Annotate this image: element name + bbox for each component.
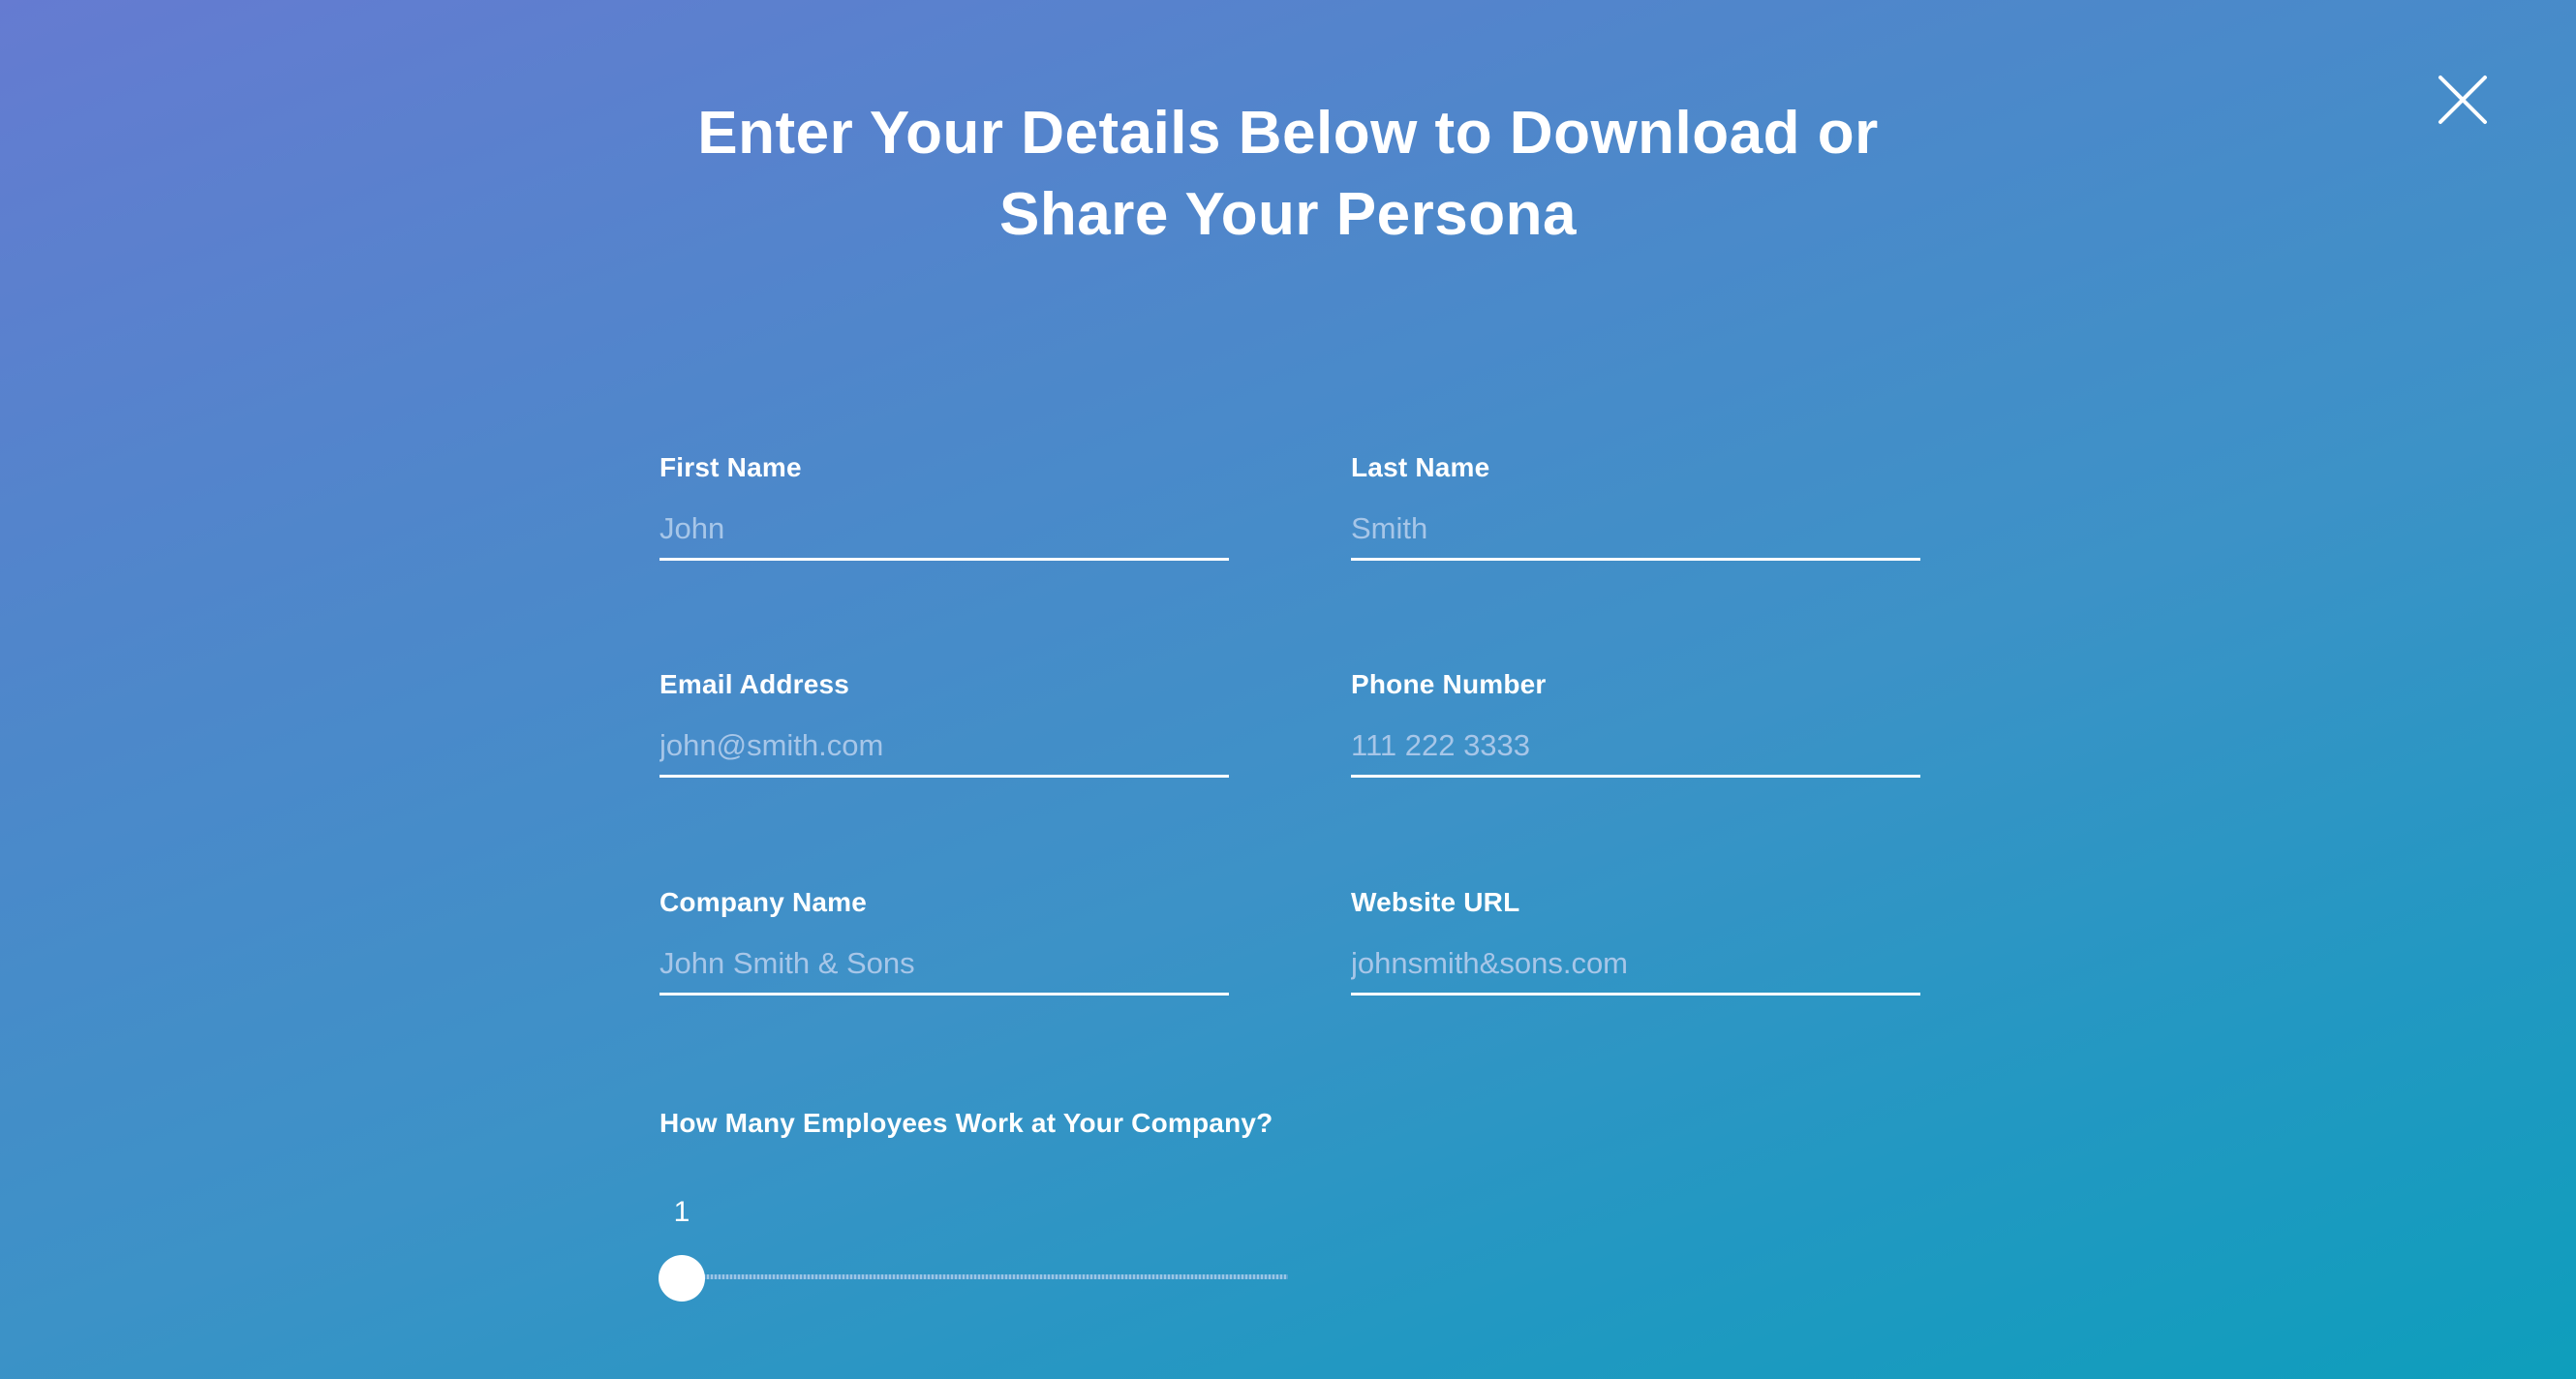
dialog-title-line-2: Share Your Persona xyxy=(999,181,1577,248)
phone-label: Phone Number xyxy=(1351,669,1547,699)
website-url-input[interactable] xyxy=(1351,944,1920,996)
company-name-input[interactable] xyxy=(659,944,1229,996)
email-label: Email Address xyxy=(659,669,850,699)
company-name-field: Company Name xyxy=(659,886,1229,996)
phone-input[interactable] xyxy=(1351,726,1920,778)
employees-slider-track[interactable] xyxy=(703,1274,1288,1279)
last-name-label: Last Name xyxy=(1351,452,1490,482)
close-x-icon xyxy=(2438,76,2487,124)
first-name-field: First Name xyxy=(659,451,1229,561)
employees-slider[interactable] xyxy=(659,1253,1290,1305)
employees-question-label: How Many Employees Work at Your Company? xyxy=(659,1108,1273,1138)
first-name-input[interactable] xyxy=(659,509,1229,561)
website-url-field: Website URL xyxy=(1351,886,1920,996)
employees-slider-thumb[interactable] xyxy=(659,1255,705,1302)
first-name-label: First Name xyxy=(659,452,802,482)
email-input[interactable] xyxy=(659,726,1229,778)
last-name-field: Last Name xyxy=(1351,451,1920,561)
employees-slider-value: 1 xyxy=(673,1196,690,1228)
phone-field: Phone Number xyxy=(1351,668,1920,778)
company-name-label: Company Name xyxy=(659,887,868,917)
email-field: Email Address xyxy=(659,668,1229,778)
last-name-input[interactable] xyxy=(1351,509,1920,561)
dialog-title-line-1: Enter Your Details Below to Download or xyxy=(697,100,1879,167)
dialog-title: Enter Your Details Below to Download or … xyxy=(0,93,2576,256)
close-button[interactable] xyxy=(2433,70,2493,130)
website-url-label: Website URL xyxy=(1351,887,1520,917)
